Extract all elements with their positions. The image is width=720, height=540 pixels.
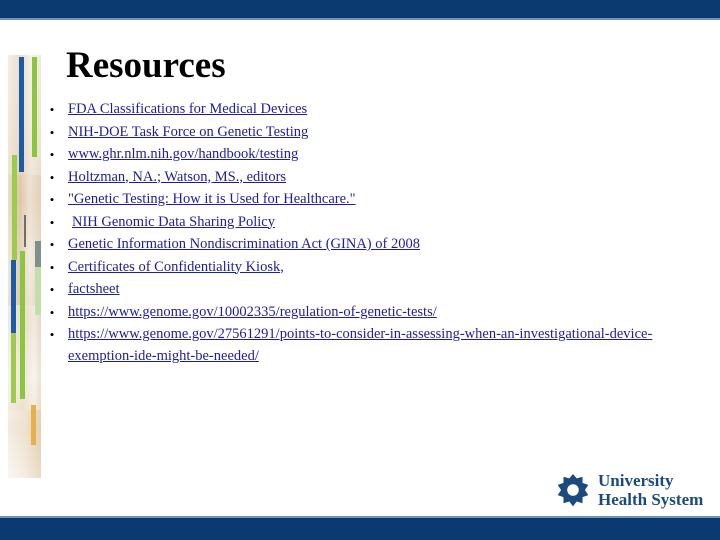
list-item: • https://www.genome.gov/10002335/regula…: [44, 301, 664, 323]
resource-link[interactable]: NIH Genomic Data Sharing Policy: [68, 214, 275, 230]
resource-link[interactable]: factsheet: [68, 281, 120, 297]
bullet-dot-icon: •: [49, 214, 55, 230]
resources-list: • FDA Classifications for Medical Device…: [44, 98, 664, 368]
logo-line-2: Health System: [598, 490, 704, 509]
resource-link[interactable]: Holtzman, NA.; Watson, MS., editors: [68, 169, 286, 185]
deco-bar-gold: [31, 405, 36, 445]
slide-canvas: Resources • FDA Classifications for Medi…: [0, 0, 720, 540]
deco-bar-grey-mid: [24, 215, 26, 247]
deco-bar-blue-low: [11, 260, 16, 335]
resource-link[interactable]: Genetic Information Nondiscrimination Ac…: [68, 236, 420, 252]
page-title: Resources: [66, 45, 226, 86]
bullet-dot-icon: •: [49, 169, 55, 185]
deco-bar-green-mid: [12, 155, 17, 260]
deco-bar-slate: [35, 241, 41, 267]
top-band-divider: [0, 18, 720, 20]
resource-link[interactable]: https://www.genome.gov/10002335/regulati…: [68, 304, 437, 320]
left-decorative-strip: [8, 55, 41, 478]
deco-wood-texture-d: [8, 410, 41, 478]
list-item: • Genetic Information Nondiscrimination …: [44, 233, 664, 255]
list-item: • NIH-DOE Task Force on Genetic Testing: [44, 121, 664, 143]
resource-link[interactable]: FDA Classifications for Medical Devices: [68, 101, 307, 117]
list-item: • www.ghr.nlm.nih.gov/handbook/testing: [44, 143, 664, 165]
bullet-dot-icon: •: [49, 327, 55, 342]
bullet-dot-icon: •: [49, 124, 55, 140]
university-health-system-logo: University Health System: [556, 471, 706, 513]
list-item: • Certificates of Confidentiality Kiosk,: [44, 256, 664, 278]
bullet-dot-icon: •: [49, 259, 55, 275]
deco-bar-green-low: [20, 251, 25, 399]
list-item: • https://www.genome.gov/27561291/points…: [44, 323, 664, 367]
resource-link[interactable]: Certificates of Confidentiality Kiosk,: [68, 259, 284, 275]
resource-link[interactable]: NIH-DOE Task Force on Genetic Testing: [68, 124, 308, 140]
logo-line-1: University: [598, 471, 674, 490]
resource-link[interactable]: "Genetic Testing: How it is Used for Hea…: [68, 191, 356, 207]
bullet-dot-icon: •: [49, 304, 55, 320]
deco-bar-green-lower: [11, 333, 16, 403]
eight-point-star-icon: [556, 474, 590, 508]
resource-link[interactable]: https://www.genome.gov/27561291/points-t…: [68, 326, 652, 364]
list-item: • factsheet: [44, 278, 664, 300]
logo-wordmark: University Health System: [598, 471, 703, 509]
bullet-dot-icon: •: [49, 237, 55, 252]
deco-bar-blue-top: [19, 57, 24, 172]
list-item: • FDA Classifications for Medical Device…: [44, 98, 664, 120]
bottom-navy-band: [0, 518, 720, 540]
deco-bar-green-light: [35, 267, 41, 315]
bullet-dot-icon: •: [49, 192, 55, 207]
top-navy-band: [0, 0, 720, 18]
list-item: • "Genetic Testing: How it is Used for H…: [44, 188, 664, 210]
bullet-dot-icon: •: [49, 102, 55, 117]
bullet-dot-icon: •: [49, 282, 55, 297]
list-item: • Holtzman, NA.; Watson, MS., editors: [44, 166, 664, 188]
deco-bar-green-top: [32, 57, 37, 157]
bullet-dot-icon: •: [49, 147, 55, 162]
list-item: • NIH Genomic Data Sharing Policy: [44, 211, 664, 233]
resource-link[interactable]: www.ghr.nlm.nih.gov/handbook/testing: [68, 146, 298, 162]
